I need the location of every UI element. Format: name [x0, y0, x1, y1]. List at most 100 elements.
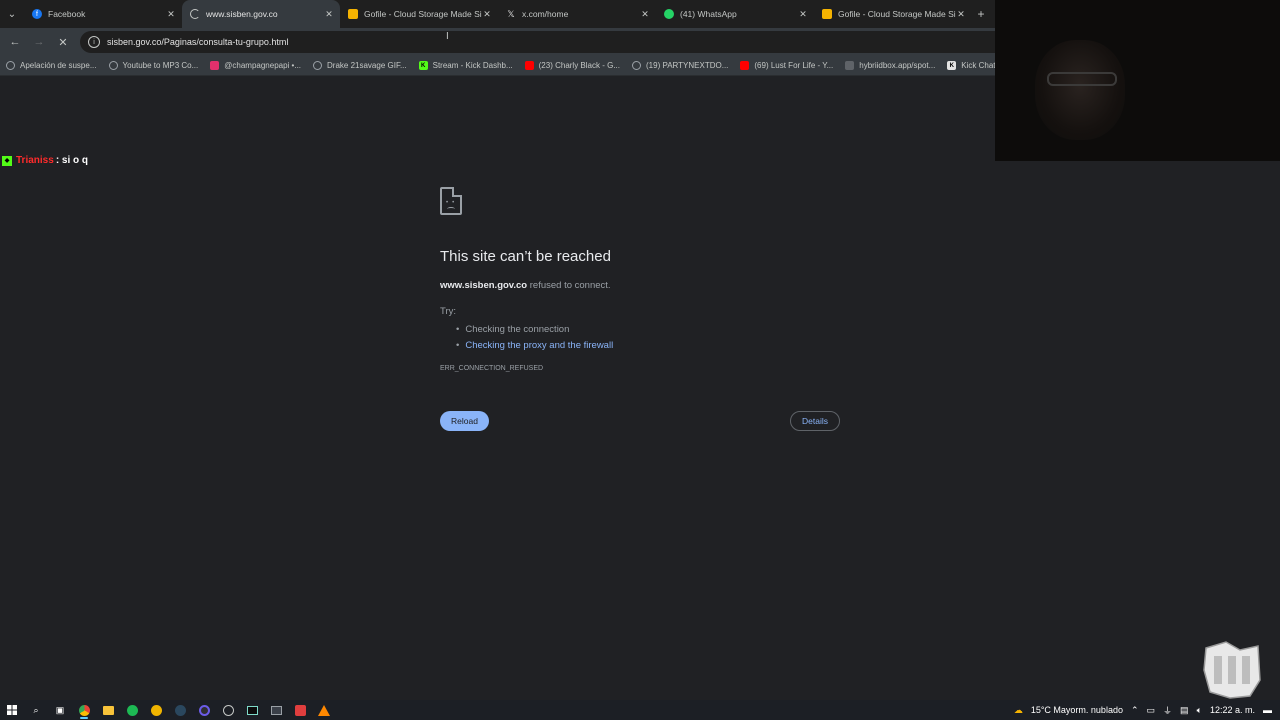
- search-icon[interactable]: ⌕: [24, 700, 48, 720]
- instagram-icon: [210, 61, 220, 70]
- bookmark-item[interactable]: @champagnepapi •...: [210, 61, 301, 70]
- back-arrow-icon[interactable]: ←: [3, 30, 27, 54]
- taskbar: ⌕ ▣ ☁ 15°C Mayorm. nublado ⌃ ▭ ⏚ ▤ 🔈︎ 12…: [0, 700, 1280, 720]
- globe-icon: [108, 61, 118, 70]
- tab-title: www.sisben.gov.co: [206, 9, 278, 19]
- kick-icon: K: [947, 61, 957, 70]
- hb-icon: [845, 61, 855, 70]
- url-text[interactable]: sisben.gov.co/Paginas/consulta-tu-grupo.…: [107, 37, 288, 47]
- facebook-icon: f: [32, 9, 42, 19]
- bookmark-item[interactable]: K Stream - Kick Dashb...: [418, 61, 513, 70]
- error-suggestions: Checking the connection Checking the pro…: [456, 321, 613, 353]
- obs-icon[interactable]: [192, 700, 216, 720]
- x-icon: 𝕏: [507, 8, 515, 19]
- sad-page-mouth: [447, 207, 455, 211]
- app-window-icon[interactable]: [264, 700, 288, 720]
- chat-badge-icon: ◆: [2, 155, 12, 166]
- app-red-icon[interactable]: [288, 700, 312, 720]
- weather-text[interactable]: 15°C Mayorm. nublado: [1031, 705, 1123, 715]
- error-code: ERR_CONNECTION_REFUSED: [440, 365, 544, 372]
- tab-search-chevron-icon[interactable]: ⌄: [0, 0, 24, 28]
- tab-facebook[interactable]: f Facebook ✕: [24, 0, 182, 28]
- bookmark-label: Stream - Kick Dashb...: [432, 61, 513, 70]
- close-icon[interactable]: ✕: [324, 9, 334, 20]
- app-yellow-icon[interactable]: [144, 700, 168, 720]
- error-desc-suffix: refused to connect.: [527, 280, 611, 291]
- globe-icon: [313, 61, 323, 70]
- tab-gofile[interactable]: Gofile - Cloud Storage Made Si ✕: [340, 0, 498, 28]
- reload-button[interactable]: Reload: [440, 411, 489, 431]
- address-bar[interactable]: i sisben.gov.co/Paginas/consulta-tu-grup…: [80, 31, 995, 53]
- kick-icon: K: [418, 61, 428, 70]
- webcam-overlay: [995, 0, 1280, 161]
- bookmark-label: @champagnepapi •...: [224, 61, 302, 70]
- bookmark-item[interactable]: Drake 21savage GIF...: [313, 61, 407, 70]
- text-cursor-icon: I: [446, 31, 449, 42]
- bookmark-item[interactable]: Apelación de suspe...: [6, 61, 97, 70]
- terminal-icon[interactable]: [240, 700, 264, 720]
- bookmark-label: hybriidbox.app/spot...: [859, 61, 936, 70]
- bookmark-item[interactable]: (23) Charly Black - G...: [524, 61, 620, 70]
- globe-icon: [632, 61, 641, 70]
- tab-whatsapp[interactable]: (41) WhatsApp ✕: [656, 0, 814, 28]
- forward-arrow-icon[interactable]: →: [27, 30, 51, 54]
- chevron-up-icon[interactable]: ⌃: [1131, 705, 1139, 716]
- windows-start-icon[interactable]: [0, 700, 24, 720]
- stop-loading-icon[interactable]: ✕: [51, 30, 75, 54]
- bookmark-item[interactable]: hybriidbox.app/spot...: [845, 61, 935, 70]
- tray-app-icon[interactable]: ▭: [1147, 705, 1156, 716]
- weather-icon[interactable]: ☁: [1014, 705, 1023, 716]
- site-info-icon[interactable]: i: [88, 36, 100, 48]
- tab-title: x.com/home: [522, 9, 569, 19]
- volume-icon[interactable]: 🔈︎: [1197, 705, 1202, 716]
- suggestion-check-proxy-link[interactable]: Checking the proxy and the firewall: [456, 337, 613, 353]
- bookmark-item[interactable]: (69) Lust For Life - Y...: [740, 61, 833, 70]
- tab-sisben[interactable]: www.sisben.gov.co ✕: [182, 0, 340, 28]
- steam-icon[interactable]: [168, 700, 192, 720]
- tab-gofile-2[interactable]: Gofile - Cloud Storage Made Si ✕: [814, 0, 972, 28]
- close-icon[interactable]: ✕: [166, 9, 176, 20]
- close-icon[interactable]: ✕: [640, 9, 650, 20]
- close-icon[interactable]: ✕: [956, 9, 966, 20]
- chrome-icon[interactable]: [72, 700, 96, 720]
- clock-time[interactable]: 12:22 a. m.: [1210, 705, 1255, 715]
- tab-x[interactable]: 𝕏 x.com/home ✕: [498, 0, 656, 28]
- file-explorer-icon[interactable]: [96, 700, 120, 720]
- bookmark-item[interactable]: Youtube to MP3 Co...: [108, 61, 199, 70]
- new-tab-plus-icon[interactable]: +: [972, 7, 990, 21]
- whatsapp-icon: [664, 9, 674, 19]
- close-icon[interactable]: ✕: [798, 9, 808, 20]
- close-icon[interactable]: ✕: [482, 9, 492, 20]
- tab-title: Facebook: [48, 9, 86, 19]
- toolbar: ← → ✕ i sisben.gov.co/Paginas/consulta-t…: [0, 28, 995, 56]
- bookmark-label: (19) PARTYNEXTDO...: [646, 61, 729, 70]
- details-button[interactable]: Details: [790, 411, 840, 431]
- error-title: This site can’t be reached: [440, 248, 611, 265]
- screen: ⌄ f Facebook ✕ www.sisben.gov.co ✕ Gofil…: [0, 0, 1280, 720]
- bookmarks-bar: Apelación de suspe... Youtube to MP3 Co.…: [0, 56, 995, 76]
- app-circle-icon[interactable]: [216, 700, 240, 720]
- sad-page-icon: ••: [440, 187, 462, 215]
- chat-text: : si o q: [55, 155, 89, 166]
- system-tray: ☁ 15°C Mayorm. nublado ⌃ ▭ ⏚ ▤ 🔈︎ 12:22 …: [1014, 700, 1280, 720]
- spotify-icon[interactable]: [120, 700, 144, 720]
- notification-icon[interactable]: ▬: [1263, 705, 1272, 715]
- suggestion-check-connection: Checking the connection: [456, 321, 613, 337]
- bookmark-label: Apelación de suspe...: [20, 61, 97, 70]
- bookmark-item[interactable]: (19) PARTYNEXTDO...: [632, 61, 728, 70]
- chat-message: ◆ Trianiss : si o q: [2, 155, 88, 166]
- gofile-icon: [822, 9, 832, 19]
- tab-strip: ⌄ f Facebook ✕ www.sisben.gov.co ✕ Gofil…: [0, 0, 995, 28]
- webcam-glasses: [1047, 72, 1117, 86]
- bookmark-item[interactable]: K Kick Chat Ove: [947, 61, 995, 70]
- bookmark-label: Youtube to MP3 Co...: [122, 61, 199, 70]
- tab-title: (41) WhatsApp: [680, 9, 737, 19]
- webcam-face: [1035, 40, 1125, 140]
- task-view-icon[interactable]: ▣: [48, 700, 72, 720]
- network-icon[interactable]: ▤: [1180, 705, 1189, 716]
- error-host: www.sisben.gov.co: [440, 280, 528, 291]
- usb-icon[interactable]: ⏚: [1163, 704, 1172, 717]
- vlc-icon[interactable]: [312, 700, 336, 720]
- bookmark-label: (69) Lust For Life - Y...: [754, 61, 834, 70]
- streamer-logo: [1203, 641, 1261, 699]
